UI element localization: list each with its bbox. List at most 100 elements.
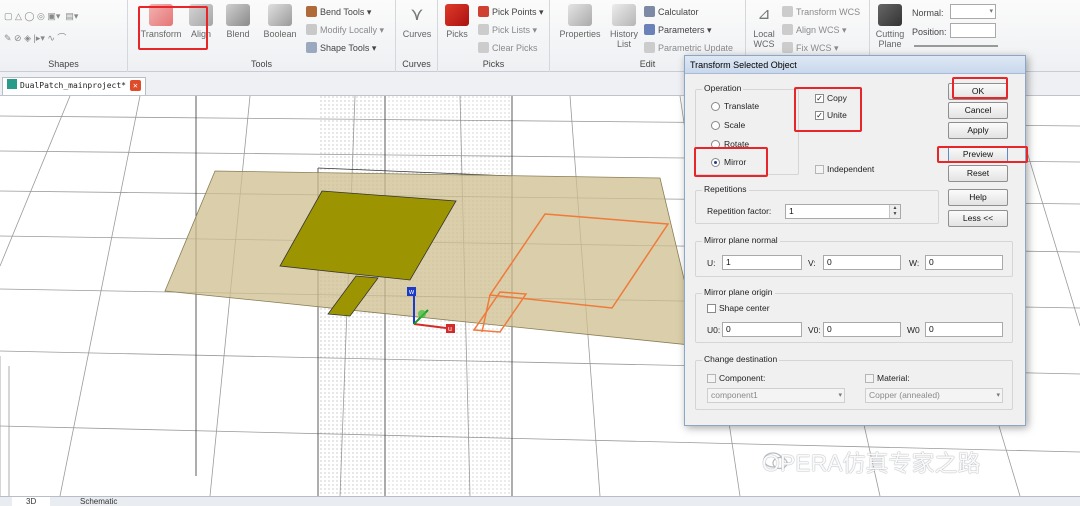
w0-input[interactable]: 0 bbox=[925, 322, 1003, 337]
position-input[interactable] bbox=[950, 23, 996, 38]
ok-button[interactable]: OK bbox=[948, 83, 1008, 100]
ribbon-group-tools: Transform Align Blend Boolean Bend Tools… bbox=[128, 0, 396, 72]
clear-picks-button[interactable]: Clear Picks bbox=[478, 40, 538, 56]
change-destination-legend: Change destination bbox=[702, 354, 780, 364]
v0-input[interactable]: 0 bbox=[823, 322, 901, 337]
v-label: V: bbox=[808, 258, 816, 268]
rotate-radio[interactable] bbox=[711, 140, 720, 149]
unite-label: Unite bbox=[827, 110, 847, 120]
ribbon-group-picks: Picks Pick Points ▾ Pick Lists ▾ Clear P… bbox=[438, 0, 550, 72]
dialog-title[interactable]: Transform Selected Object bbox=[685, 56, 1025, 74]
w-input[interactable]: 0 bbox=[925, 255, 1003, 270]
rotate-label: Rotate bbox=[724, 139, 750, 149]
component-checkbox[interactable] bbox=[707, 374, 716, 383]
transform-wcs-icon bbox=[782, 6, 793, 17]
parameters-icon bbox=[644, 24, 655, 35]
repetition-factor-input[interactable]: 1 ▲ ▼ bbox=[785, 204, 901, 219]
less-button[interactable]: Less << bbox=[948, 210, 1008, 227]
reset-button[interactable]: Reset bbox=[948, 165, 1008, 182]
tab-3d[interactable]: 3D bbox=[12, 497, 51, 506]
cutting-plane-button[interactable]: Cutting Plane bbox=[872, 4, 908, 52]
mirror-normal-legend: Mirror plane normal bbox=[702, 235, 780, 245]
cancel-button[interactable]: Cancel bbox=[948, 102, 1008, 119]
mirror-origin-legend: Mirror plane origin bbox=[702, 287, 775, 297]
chevron-down-icon: ▾ bbox=[838, 392, 842, 399]
independent-checkbox[interactable] bbox=[815, 165, 824, 174]
repetition-factor-label: Repetition factor: bbox=[707, 206, 772, 216]
material-select[interactable]: Copper (annealed) ▾ bbox=[865, 388, 1003, 403]
preview-button[interactable]: Preview bbox=[948, 146, 1008, 163]
boolean-icon bbox=[268, 4, 292, 26]
mirror-radio[interactable] bbox=[711, 158, 720, 167]
boolean-button[interactable]: Boolean bbox=[258, 4, 302, 52]
local-wcs-button[interactable]: ⊿ Local WCS bbox=[748, 4, 780, 52]
properties-icon bbox=[568, 4, 592, 26]
align-button[interactable]: Align bbox=[184, 4, 218, 52]
group-label-tools: Tools bbox=[250, 59, 272, 69]
pick-points-button[interactable]: Pick Points ▾ bbox=[478, 4, 544, 20]
mirror-label: Mirror bbox=[724, 157, 747, 167]
local-wcs-icon: ⊿ bbox=[757, 6, 771, 23]
watermark-text: OPERA仿真专家之路 bbox=[762, 450, 981, 476]
shapes-row-2[interactable]: ✎ ⊘ ◈ |▸▾ ∿ ⌒ bbox=[4, 30, 66, 46]
parametric-update-icon bbox=[644, 42, 655, 53]
ribbon-group-shapes: ▢ △ ◯ ◎ ▣▾ ▤▾ ✎ ⊘ ◈ |▸▾ ∿ ⌒ Shapes bbox=[0, 0, 128, 72]
position-label: Position: bbox=[912, 27, 947, 37]
modify-locally-button[interactable]: Modify Locally ▾ bbox=[306, 22, 384, 38]
u0-input[interactable]: 0 bbox=[722, 322, 802, 337]
picks-icon bbox=[445, 4, 469, 26]
bend-tools-icon bbox=[306, 6, 317, 17]
u-input[interactable]: 1 bbox=[722, 255, 802, 270]
pick-lists-button[interactable]: Pick Lists ▾ bbox=[478, 22, 537, 38]
close-icon[interactable]: ✕ bbox=[129, 80, 141, 91]
normal-label: Normal: bbox=[912, 8, 944, 18]
v0-label: V0: bbox=[808, 325, 821, 335]
transform-icon bbox=[149, 4, 173, 26]
group-label-shapes: Shapes bbox=[48, 59, 79, 69]
fix-wcs-icon bbox=[782, 42, 793, 53]
scale-label: Scale bbox=[724, 120, 746, 130]
material-checkbox[interactable] bbox=[865, 374, 874, 383]
u0-label: U0: bbox=[707, 325, 721, 335]
unite-checkbox[interactable]: ✓ bbox=[815, 111, 824, 120]
help-button[interactable]: Help bbox=[948, 189, 1008, 206]
spinner-arrows-icon[interactable]: ▲ ▼ bbox=[889, 205, 900, 218]
bend-tools-button[interactable]: Bend Tools ▾ bbox=[306, 4, 371, 20]
repetitions-legend: Repetitions bbox=[702, 184, 749, 194]
transform-button[interactable]: Transform bbox=[140, 4, 182, 52]
picks-button[interactable]: Picks bbox=[438, 4, 476, 52]
align-icon bbox=[189, 4, 213, 26]
fix-wcs-button[interactable]: Fix WCS ▾ bbox=[782, 40, 839, 56]
translate-radio[interactable] bbox=[711, 102, 720, 111]
tab-dualpatch-project[interactable]: DualPatch_mainproject* ✕ bbox=[2, 77, 146, 95]
shapes-row-1[interactable]: ▢ △ ◯ ◎ ▣▾ ▤▾ bbox=[4, 8, 78, 24]
apply-button[interactable]: Apply bbox=[948, 122, 1008, 139]
translate-label: Translate bbox=[724, 101, 760, 111]
normal-select[interactable]: ▾ bbox=[950, 4, 996, 19]
parametric-update-button[interactable]: Parametric Update bbox=[644, 40, 733, 56]
transform-wcs-button[interactable]: Transform WCS bbox=[782, 4, 860, 20]
transform-dialog: Transform Selected Object Operation Tran… bbox=[684, 55, 1026, 426]
v-input[interactable]: 0 bbox=[823, 255, 901, 270]
copy-checkbox[interactable]: ✓ bbox=[815, 94, 824, 103]
position-slider[interactable] bbox=[914, 45, 998, 47]
w-label: W: bbox=[909, 258, 920, 268]
calculator-button[interactable]: Calculator bbox=[644, 4, 699, 20]
tab-schematic[interactable]: Schematic bbox=[66, 497, 131, 506]
axis-label-u: u bbox=[448, 326, 452, 333]
pick-lists-icon bbox=[478, 24, 489, 35]
align-wcs-button[interactable]: Align WCS ▾ bbox=[782, 22, 847, 38]
project-icon bbox=[7, 79, 17, 89]
curves-button[interactable]: ⋎ Curves bbox=[396, 4, 438, 52]
chevron-down-icon: ▾ bbox=[996, 392, 1000, 399]
parameters-button[interactable]: Parameters ▾ bbox=[644, 22, 712, 38]
history-list-button[interactable]: History List bbox=[606, 4, 642, 52]
shape-center-checkbox[interactable] bbox=[707, 304, 716, 313]
component-select[interactable]: component1 ▾ bbox=[707, 388, 845, 403]
blend-button[interactable]: Blend bbox=[218, 4, 258, 52]
scale-radio[interactable] bbox=[711, 121, 720, 130]
properties-button[interactable]: Properties bbox=[556, 4, 604, 52]
shape-tools-button[interactable]: Shape Tools ▾ bbox=[306, 40, 376, 56]
component-label: Component: bbox=[719, 373, 766, 383]
shape-tools-icon bbox=[306, 42, 317, 53]
